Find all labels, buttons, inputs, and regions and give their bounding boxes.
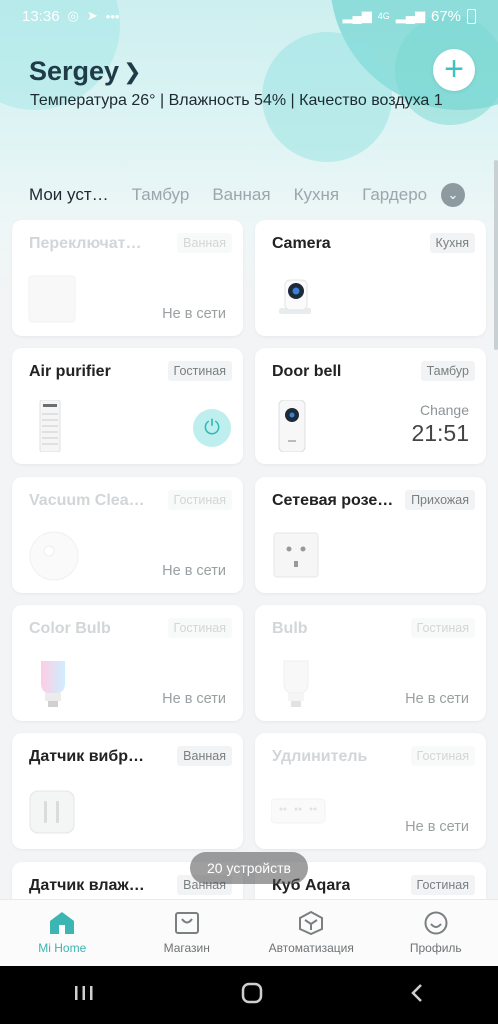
signal-icon: ▂▄▆ [342, 8, 372, 23]
signal-icon: ▂▄▆ [395, 8, 425, 23]
nav-label: Mi Home [38, 941, 87, 955]
battery-level: 67% [430, 7, 461, 25]
power-strip-icon [270, 785, 326, 837]
bulb-icon [271, 657, 321, 709]
room-badge: Гостиная [410, 618, 475, 638]
outlet-icon [271, 529, 321, 581]
home-button-icon[interactable] [241, 982, 263, 1009]
device-status: Не в сети [405, 819, 469, 835]
vacuum-icon [28, 529, 79, 581]
device-card[interactable]: Color Bulb Гостиная Не в сети [12, 605, 243, 721]
home-selector[interactable]: Sergey ❯ [29, 56, 142, 87]
more-icon: ••• [105, 8, 120, 24]
device-name: Bulb [272, 620, 308, 637]
device-card[interactable]: Camera Кухня [255, 220, 486, 336]
room-badge: Кухня [429, 233, 475, 253]
room-badge: Ванная [177, 746, 232, 766]
status-time: 13:36 [22, 7, 60, 25]
device-card[interactable]: Удлинитель Гостиная Не в сети [255, 733, 486, 849]
device-name: Air purifier [29, 363, 111, 380]
room-tab[interactable]: Гардеро [362, 185, 427, 205]
device-status: Не в сети [405, 691, 469, 707]
nav-label: Автоматизация [268, 941, 354, 955]
change-time: 21:51 [411, 420, 469, 446]
device-count-badge: 20 устройств [190, 852, 308, 884]
device-card[interactable]: Датчик вибр… Ванная [12, 733, 243, 849]
change-label: Change [419, 402, 469, 418]
device-card[interactable]: Переключат… Ванная Не в сети [12, 220, 243, 336]
device-name: Door bell [272, 363, 342, 380]
device-name: Color Bulb [29, 620, 111, 637]
battery-icon [467, 8, 476, 24]
system-navigation-bar [0, 966, 498, 1024]
device-status: Не в сети [162, 306, 226, 322]
power-icon: ⏻ [204, 417, 220, 439]
room-badge: Гостиная [167, 361, 232, 381]
room-badge: Тамбур [420, 361, 475, 381]
home-name: Sergey [29, 56, 120, 86]
device-name: Vacuum Clea… [29, 492, 145, 509]
recent-apps-icon[interactable] [74, 984, 94, 1007]
room-badge: Гостиная [167, 618, 232, 638]
telegram-icon: ➤ [86, 8, 98, 23]
add-device-button[interactable]: + [433, 49, 475, 91]
nav-item-profile[interactable]: Профиль [374, 900, 498, 966]
device-name: Удлинитель [272, 748, 368, 765]
room-badge: Гостиная [410, 746, 475, 766]
room-tab[interactable]: Кухня [294, 185, 340, 205]
room-badge: Ванная [177, 233, 232, 253]
vibration-sensor-icon [28, 785, 78, 837]
device-name: Сетевая розе… [272, 492, 394, 509]
4g-icon: 4G [377, 11, 390, 21]
device-card[interactable]: Vacuum Clea… Гостиная Не в сети [12, 477, 243, 593]
nav-item-store[interactable]: Магазин [125, 900, 250, 966]
nav-item-home[interactable]: Mi Home [0, 900, 125, 966]
home-icon [49, 911, 75, 935]
room-tabs: Мои уст… Тамбур Ванная Кухня Гардеро [0, 180, 498, 210]
device-card[interactable]: Door bell Тамбур Change 21:51 [255, 348, 486, 464]
room-badge: Гостиная [167, 490, 232, 510]
environment-summary: Температура 26° | Влажность 54% | Качест… [30, 92, 443, 109]
device-card[interactable]: Bulb Гостиная Не в сети [255, 605, 486, 721]
camera-icon [271, 272, 321, 324]
device-name: Датчик вибр… [29, 748, 145, 765]
chevron-down-icon[interactable]: ⌄ [441, 183, 465, 207]
room-badge: Прихожая [405, 490, 475, 510]
room-tab[interactable]: Тамбур [132, 185, 190, 205]
status-bar: 13:36 ◎ ➤ ••• ▂▄▆ 4G ▂▄▆ 67% [0, 0, 498, 32]
device-name: Camera [272, 235, 331, 252]
device-name: Переключат… [29, 235, 142, 252]
whatsapp-icon: ◎ [67, 8, 79, 23]
nav-label: Магазин [163, 941, 210, 955]
switch-icon [28, 272, 78, 324]
bottom-navigation: Mi Home Магазин Автоматизация Профиль [0, 899, 498, 966]
scrollbar[interactable] [494, 160, 498, 350]
automation-icon [298, 911, 324, 935]
chevron-right-icon: ❯ [123, 58, 142, 84]
color-bulb-icon [28, 657, 78, 709]
device-status: Не в сети [162, 563, 226, 579]
device-status: Не в сети [162, 691, 226, 707]
room-tab[interactable]: Мои уст… [29, 185, 109, 205]
profile-icon [423, 911, 449, 935]
nav-item-automation[interactable]: Автоматизация [249, 900, 374, 966]
air-purifier-icon [28, 399, 78, 453]
device-name: Датчик влаж… [29, 877, 145, 894]
device-card[interactable]: Air purifier Гостиная ⏻ [12, 348, 243, 464]
device-card[interactable]: Сетевая розе… Прихожая [255, 477, 486, 593]
store-icon [174, 911, 200, 935]
plus-icon: + [444, 50, 464, 88]
power-button[interactable]: ⏻ [193, 409, 231, 447]
room-badge: Гостиная [410, 875, 475, 895]
room-tab[interactable]: Ванная [212, 185, 270, 205]
back-icon[interactable] [410, 983, 424, 1008]
nav-label: Профиль [409, 941, 462, 955]
doorbell-icon [271, 399, 321, 453]
